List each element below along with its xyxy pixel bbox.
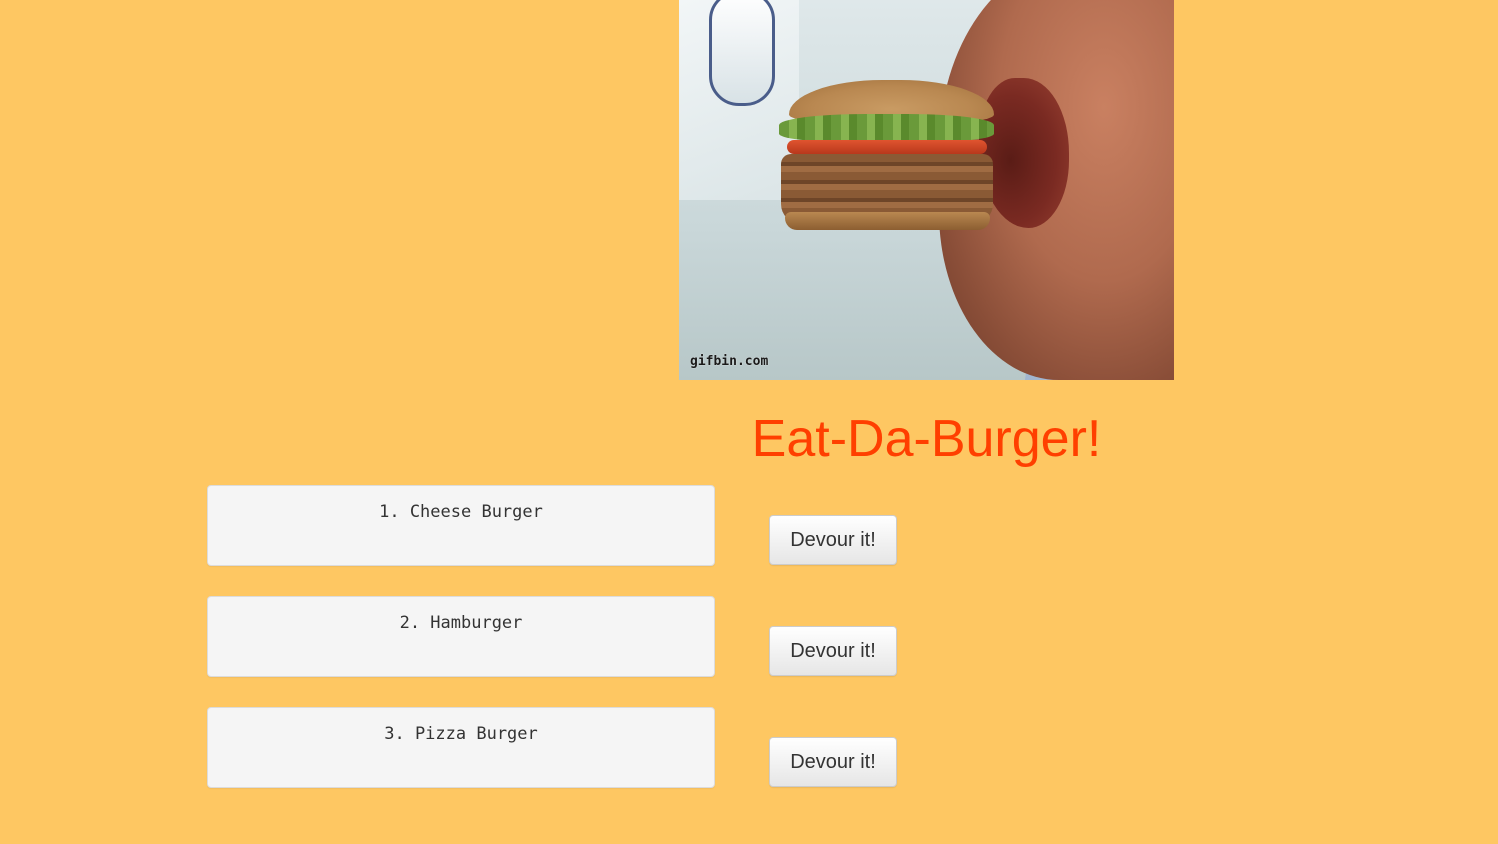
burger-lettuce xyxy=(779,114,994,142)
burger-king-logo-fragment xyxy=(709,0,775,106)
burger-tomato xyxy=(787,140,987,154)
devour-button[interactable]: Devour it! xyxy=(769,737,897,787)
burger-card: 3. Pizza Burger xyxy=(207,707,715,788)
gif-watermark: gifbin.com xyxy=(690,354,769,369)
burger-row: 2. Hamburger Devour it! xyxy=(207,596,907,680)
devour-button[interactable]: Devour it! xyxy=(769,515,897,565)
burger-row: 1. Cheese Burger Devour it! xyxy=(207,485,907,569)
burger-eating-gif: gifbin.com xyxy=(679,0,1174,380)
burger-card: 2. Hamburger xyxy=(207,596,715,677)
page: gifbin.com Eat-Da-Burger! 1. Cheese Burg… xyxy=(0,0,1498,844)
burger-bottom-bun xyxy=(785,212,990,230)
burger-name: 1. Cheese Burger xyxy=(379,502,543,522)
burger-row: 3. Pizza Burger Devour it! xyxy=(207,707,907,791)
burger-name: 2. Hamburger xyxy=(399,613,523,633)
devour-button[interactable]: Devour it! xyxy=(769,626,897,676)
burger-name: 3. Pizza Burger xyxy=(384,724,538,744)
page-title: Eat-Da-Burger! xyxy=(751,410,1102,468)
burger-card: 1. Cheese Burger xyxy=(207,485,715,566)
